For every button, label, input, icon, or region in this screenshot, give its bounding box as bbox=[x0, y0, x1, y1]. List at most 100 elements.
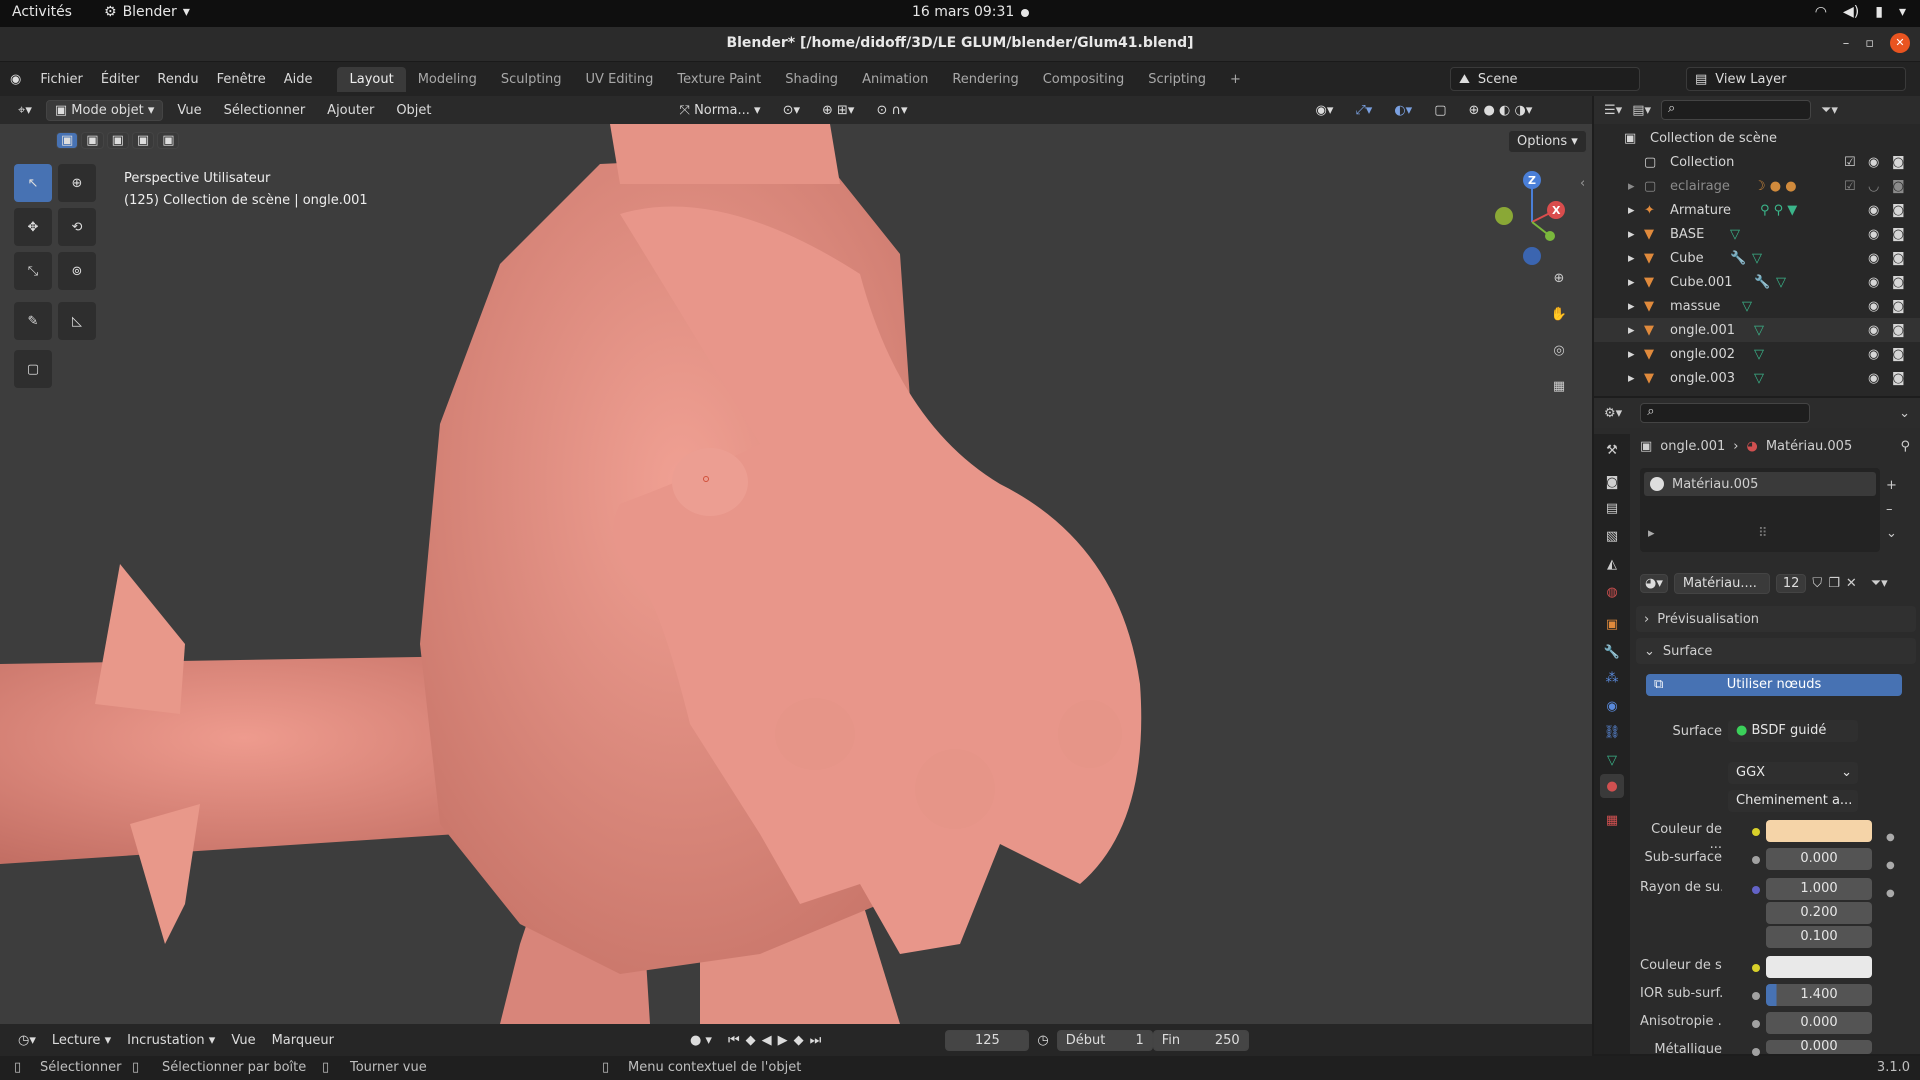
tab-texture-paint[interactable]: Texture Paint bbox=[665, 67, 773, 92]
data-tab-icon[interactable]: ▽ bbox=[1600, 748, 1624, 772]
auto-keying-icon[interactable]: ● ▾ bbox=[682, 1031, 720, 1050]
surface-panel-header[interactable]: ⌄ Surface bbox=[1636, 638, 1916, 664]
eye-closed-icon[interactable]: ◡ bbox=[1868, 179, 1879, 194]
render-camera-icon[interactable]: ◙ bbox=[1892, 347, 1905, 362]
subsurface-radius-x-field[interactable]: 1.000 bbox=[1766, 878, 1872, 900]
outliner-item-collection[interactable]: ▢ Collection ☑ ◉ ◙ bbox=[1594, 150, 1920, 174]
menu-help[interactable]: Aide bbox=[275, 68, 322, 91]
expand-arrow-icon[interactable]: ▸ bbox=[1628, 179, 1644, 194]
overlay-toggle[interactable]: ◐▾ bbox=[1386, 101, 1420, 120]
system-tray[interactable]: ◠ ◀) ▮ ▾ bbox=[1815, 4, 1906, 20]
expand-arrow-icon[interactable]: ▸ bbox=[1628, 323, 1644, 338]
material-slot[interactable]: Matériau.005 bbox=[1644, 472, 1876, 496]
outliner-item-eclairage[interactable]: ▸ ▢ eclairage ☽ ● ● ☑ ◡ ◙ bbox=[1594, 174, 1920, 198]
next-keyframe-icon[interactable]: ◆ bbox=[794, 1033, 810, 1048]
chevron-down-icon[interactable]: ⌄ bbox=[1899, 406, 1910, 421]
eye-icon[interactable]: ◉ bbox=[1868, 347, 1879, 362]
remove-slot-icon[interactable]: – bbox=[1886, 498, 1897, 522]
playback-controls[interactable]: ⏮◆◀▶◆⏭ bbox=[720, 1031, 835, 1050]
shading-modes[interactable]: ⊕ ● ◐ ◑▾ bbox=[1461, 101, 1541, 120]
expand-arrow-icon[interactable]: ▸ bbox=[1628, 347, 1644, 362]
eye-icon[interactable]: ◉ bbox=[1868, 323, 1879, 338]
outliner-item-ongle-003[interactable]: ▸ ▼ ongle.003 ▽ ◉ ◙ bbox=[1594, 366, 1920, 390]
subsurface-radius-z-field[interactable]: 0.100 bbox=[1766, 926, 1872, 948]
display-mode-icon[interactable]: ▤▾ bbox=[1632, 103, 1651, 118]
view-layer-selector[interactable]: ▤ View Layer bbox=[1686, 67, 1906, 91]
constraints-tab-icon[interactable]: ⛓ bbox=[1600, 720, 1624, 744]
keyframe-dot-icon[interactable]: ● bbox=[1886, 852, 1895, 880]
tab-shading[interactable]: Shading bbox=[773, 67, 850, 92]
eye-icon[interactable]: ◉ bbox=[1868, 251, 1879, 266]
checkbox-icon[interactable]: ☑ bbox=[1844, 179, 1856, 194]
tab-modeling[interactable]: Modeling bbox=[406, 67, 489, 92]
jump-start-icon[interactable]: ⏮ bbox=[728, 1033, 746, 1048]
subsurface-field[interactable]: 0.000 bbox=[1766, 848, 1872, 870]
metallic-field[interactable]: 0.000 bbox=[1766, 1040, 1872, 1054]
particles-tab-icon[interactable]: ⁂ bbox=[1600, 666, 1624, 690]
3d-viewport[interactable]: ↖ ⊕ ✥ ⟲ ⤡ ⊚ ✎ ◺ ▢ ▣ ▣ ▣ ▣ ▣ Perspective … bbox=[0, 124, 1592, 1024]
eye-icon[interactable]: ◉ bbox=[1868, 275, 1879, 290]
scene-selector[interactable]: ⛰ Scene bbox=[1450, 67, 1640, 91]
outliner-item-cube[interactable]: ▸ ▼ Cube 🔧 ▽ ◉ ◙ bbox=[1594, 246, 1920, 270]
pin-icon[interactable]: ⚲ bbox=[1900, 439, 1910, 454]
end-frame-field[interactable]: Fin 250 bbox=[1152, 1029, 1249, 1051]
editor-type-icon[interactable]: ⚙▾ bbox=[1604, 406, 1622, 421]
camera-icon[interactable]: ◎ bbox=[1546, 338, 1572, 364]
jump-end-icon[interactable]: ⏭ bbox=[810, 1033, 828, 1048]
stopwatch-icon[interactable]: ◷ bbox=[1029, 1031, 1056, 1050]
add-workspace-icon[interactable]: + bbox=[1218, 67, 1253, 92]
select-intersect-icon[interactable]: ▣ bbox=[157, 132, 180, 149]
select-new-icon[interactable]: ▣ bbox=[56, 132, 79, 149]
material-name-field[interactable]: Matériau.... bbox=[1673, 572, 1770, 594]
pan-hand-icon[interactable]: ✋ bbox=[1546, 302, 1572, 328]
properties-search-input[interactable]: ⌕ bbox=[1640, 403, 1811, 423]
app-menu[interactable]: ⚙ Blender ▾ bbox=[104, 4, 190, 20]
editor-type-icon[interactable]: ☰▾ bbox=[1604, 103, 1622, 118]
play-icon[interactable]: ▶ bbox=[778, 1033, 794, 1048]
proportional-edit-toggle[interactable]: ⊙ ∩▾ bbox=[868, 101, 915, 120]
texture-tab-icon[interactable]: ▦ bbox=[1600, 808, 1624, 832]
modifier-tab-icon[interactable]: 🔧 bbox=[1600, 640, 1624, 664]
annotate-tool[interactable]: ✎ bbox=[14, 302, 52, 340]
scene-tab-icon[interactable]: ◭ bbox=[1600, 552, 1624, 576]
select-subtract-icon[interactable]: ▣ bbox=[106, 132, 129, 149]
use-nodes-button[interactable]: ⧉ Utiliser nœuds bbox=[1646, 674, 1902, 696]
eye-icon[interactable]: ◉ bbox=[1868, 155, 1879, 170]
blender-logo-icon[interactable]: ◉ bbox=[0, 72, 27, 87]
play-reverse-icon[interactable]: ◀ bbox=[762, 1033, 778, 1048]
outliner-item-ongle-002[interactable]: ▸ ▼ ongle.002 ▽ ◉ ◙ bbox=[1594, 342, 1920, 366]
snap-toggle[interactable]: ⊕ ⊞▾ bbox=[814, 101, 862, 120]
menu-file[interactable]: Fichier bbox=[31, 68, 92, 91]
menu-view[interactable]: Vue bbox=[169, 101, 209, 120]
menu-add[interactable]: Ajouter bbox=[319, 101, 382, 120]
view-layer-tab-icon[interactable]: ▧ bbox=[1600, 524, 1624, 548]
subsurface-ior-field[interactable]: 1.400 bbox=[1766, 984, 1872, 1006]
close-icon[interactable]: ✕ bbox=[1890, 33, 1910, 53]
menu-select[interactable]: Sélectionner bbox=[216, 101, 314, 120]
render-camera-icon[interactable]: ◙ bbox=[1892, 227, 1905, 242]
select-box-tool[interactable]: ↖ bbox=[14, 164, 52, 202]
keyframe-dot-icon[interactable]: ● bbox=[1886, 824, 1895, 852]
tab-rendering[interactable]: Rendering bbox=[940, 67, 1030, 92]
physics-tab-icon[interactable]: ◉ bbox=[1600, 694, 1624, 718]
eye-icon[interactable]: ◉ bbox=[1868, 299, 1879, 314]
add-slot-icon[interactable]: + bbox=[1886, 474, 1897, 498]
render-camera-icon[interactable]: ◙ bbox=[1892, 323, 1905, 338]
anisotropy-field[interactable]: 0.000 bbox=[1766, 1012, 1872, 1034]
subsurface-radius-y-field[interactable]: 0.200 bbox=[1766, 902, 1872, 924]
node-filter-icon[interactable]: ⏷▾ bbox=[1871, 576, 1888, 591]
filter-icon[interactable]: ⏷▾ bbox=[1821, 103, 1838, 118]
menu-edit[interactable]: Éditer bbox=[92, 68, 149, 91]
orientation-dropdown[interactable]: ⤧ Norma... ▾ bbox=[672, 101, 769, 120]
select-mode-buttons[interactable]: ▣ ▣ ▣ ▣ ▣ bbox=[56, 132, 180, 149]
expand-arrow-icon[interactable]: ▸ bbox=[1628, 299, 1644, 314]
activities-button[interactable]: Activités bbox=[12, 4, 72, 20]
tab-compositing[interactable]: Compositing bbox=[1031, 67, 1137, 92]
outliner-item-cube-001[interactable]: ▸ ▼ Cube.001 🔧 ▽ ◉ ◙ bbox=[1594, 270, 1920, 294]
base-color-swatch[interactable] bbox=[1766, 820, 1872, 842]
material-tab-icon[interactable]: ● bbox=[1600, 774, 1624, 798]
visibility-dropdown[interactable]: ◉▾ bbox=[1308, 101, 1342, 120]
zoom-icon[interactable]: ⊕ bbox=[1546, 266, 1572, 292]
users-count[interactable]: 12 bbox=[1775, 573, 1807, 593]
editor-type-icon[interactable]: ⌖▾ bbox=[10, 101, 40, 120]
